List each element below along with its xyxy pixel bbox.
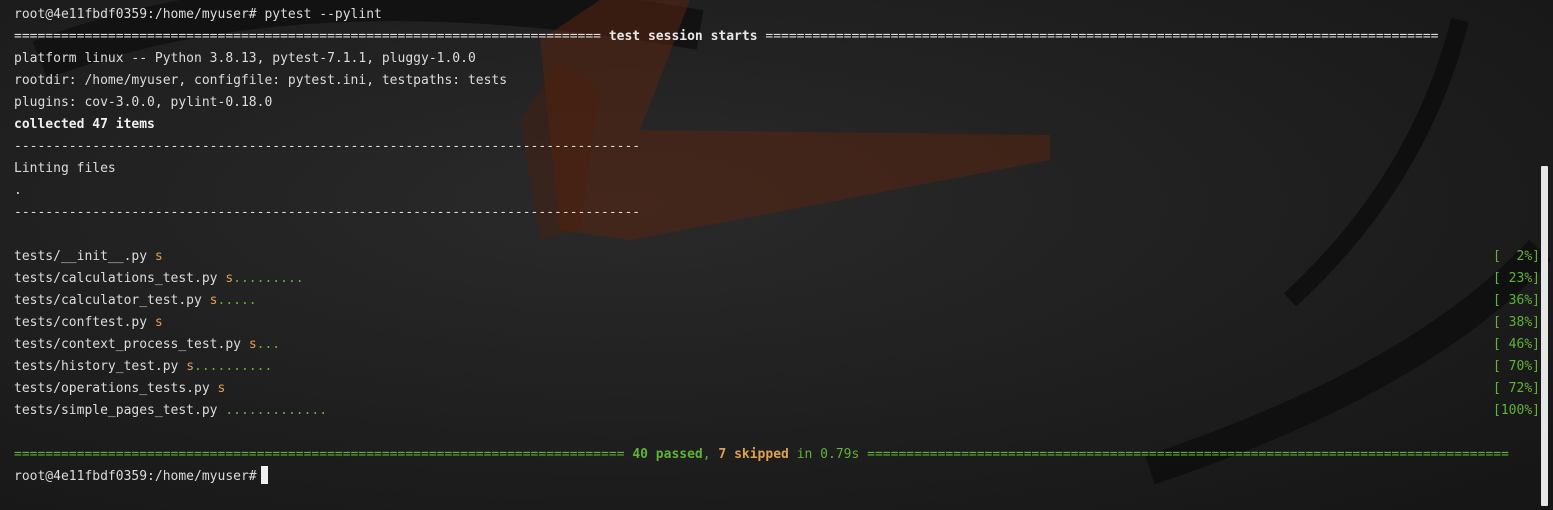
test-file: tests/calculations_test.py [14,271,218,286]
final-prompt-line[interactable]: root@4e11fbdf0359:/home/myuser# [14,466,1534,488]
summary-separator-left: ========================================… [14,447,633,462]
test-file: tests/simple_pages_test.py [14,403,218,418]
progress-percent: [ 38%] [1493,315,1540,330]
summary-time: in 0.79s [788,447,868,462]
result-row: tests/conftest.py s [ 38%] [14,312,1540,334]
header-separator-right: ========================================… [757,29,1439,44]
result-row: tests/context_process_test.py s... [ 46%] [14,334,1540,356]
result-row: tests/calculator_test.py s..... [ 36%] [14,290,1540,312]
test-file: tests/history_test.py [14,359,179,374]
progress-percent: [ 23%] [1493,271,1540,286]
result-row: tests/__init__.py s [ 2%] [14,246,1540,268]
skip-marks: s [154,315,163,330]
progress-percent: [ 36%] [1493,293,1540,308]
summary-separator-right: ========================================… [867,447,1509,462]
test-file: tests/calculator_test.py [14,293,202,308]
test-file: tests/__init__.py [14,249,148,264]
terminal-output: root@4e11fbdf0359:/home/myuser# pytest -… [14,4,1540,488]
collected-line: collected 47 items [14,117,155,132]
passed-count: 40 passed [632,447,703,462]
terminal-scrollbar[interactable] [1541,166,1548,506]
pass-marks: .......... [194,359,273,374]
pass-marks: ......... [233,271,304,286]
dash-separator-bottom: ----------------------------------------… [14,205,641,220]
progress-percent: [ 72%] [1493,381,1540,396]
header-separator-left: ========================================… [14,29,609,44]
skip-marks: s [248,337,257,352]
session-header-text: test session starts [608,29,758,44]
test-file: tests/context_process_test.py [14,337,241,352]
plugins-line: plugins: cov-3.0.0, pylint-0.18.0 [14,95,273,110]
platform-line: platform linux -- Python 3.8.13, pytest-… [14,51,476,66]
skip-marks: s [217,381,226,396]
progress-percent: [100%] [1493,403,1540,418]
result-row: tests/calculations_test.py s......... [ 2… [14,268,1540,290]
lint-progress-dot: . [14,183,22,198]
pass-marks: ... [256,337,281,352]
skip-marks: s [225,271,234,286]
session-header: ========================================… [14,26,1534,48]
progress-percent: [ 2%] [1493,249,1540,264]
result-row: tests/history_test.py s.......... [ 70%] [14,356,1540,378]
progress-percent: [ 46%] [1493,337,1540,352]
skip-marks: s [186,359,195,374]
text-cursor [260,466,268,484]
linting-line: Linting files [14,161,116,176]
progress-percent: [ 70%] [1493,359,1540,374]
skipped-count: 7 skipped [718,447,789,462]
pass-marks: ............. [225,403,328,418]
result-row: tests/simple_pages_test.py .............… [14,400,1540,422]
test-file: tests/operations_tests.py [14,381,210,396]
dash-separator-top: ----------------------------------------… [14,139,641,154]
rootdir-line: rootdir: /home/myuser, configfile: pytes… [14,73,508,88]
pass-marks: ..... [217,293,257,308]
skip-marks: s [209,293,218,308]
test-file: tests/conftest.py [14,315,148,330]
skip-marks: s [154,249,163,264]
summary-line: ========================================… [14,444,1534,466]
result-row: tests/operations_tests.py s [ 72%] [14,378,1540,400]
command-line: root@4e11fbdf0359:/home/myuser# pytest -… [14,7,382,22]
shell-prompt: root@4e11fbdf0359:/home/myuser# [14,469,257,484]
summary-comma: , [702,447,719,462]
